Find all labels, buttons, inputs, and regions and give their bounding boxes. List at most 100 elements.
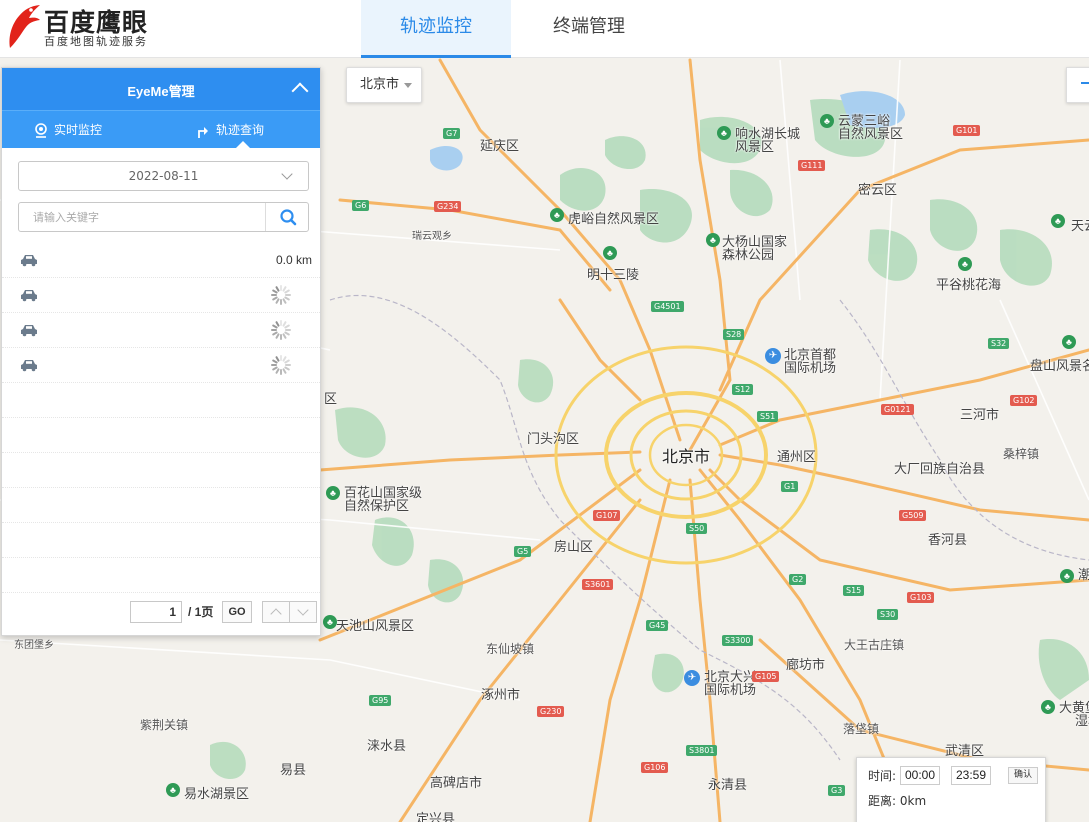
map-label-tianchi: 天池山风景区 <box>336 619 415 634</box>
map-label-langfang: 廊坊市 <box>786 658 826 673</box>
page-up-button[interactable] <box>262 601 290 623</box>
map-label-miyun: 密云区 <box>858 183 898 198</box>
map-label-luodian: 落垡镇 <box>843 722 880 736</box>
map-label-yongqing: 永清县 <box>708 778 748 793</box>
logo[interactable]: 百度鹰眼 百度地图轨迹服务 <box>4 2 164 54</box>
car-icon <box>20 288 38 307</box>
date-picker[interactable]: 2022-08-11 <box>18 161 309 191</box>
distance-value: 0km <box>899 794 927 808</box>
city-selector-label: 北京市 <box>360 77 400 92</box>
loading-spinner-icon <box>270 284 292 311</box>
map-label-beijing: 北京市 <box>662 447 711 466</box>
map-label-chao: 潮 <box>1078 568 1089 583</box>
collapse-chevron-icon[interactable] <box>291 82 309 100</box>
road-badge: G101 <box>953 125 981 136</box>
panel-header: EyeMe管理 <box>2 68 320 110</box>
road-badge: G106 <box>641 762 669 773</box>
car-icon <box>20 253 38 272</box>
vehicle-row[interactable] <box>2 278 320 313</box>
go-button[interactable]: GO <box>222 601 252 623</box>
city-selector[interactable]: 北京市 <box>346 67 422 103</box>
park-icon: ♣ <box>326 486 340 500</box>
turn-arrow-icon <box>198 126 208 138</box>
map-label-xianghe: 香河县 <box>928 533 968 548</box>
map-label-huyu: 虎峪自然风景区 <box>568 212 660 227</box>
map-label-yanqing: 延庆区 <box>480 139 520 154</box>
end-time-input[interactable]: 23:59 <box>951 766 991 785</box>
map-label-yixian: 易县 <box>280 763 307 778</box>
vehicle-row[interactable] <box>2 348 320 383</box>
page-number-input[interactable]: 1 <box>130 601 182 623</box>
caret-down-icon <box>404 83 412 88</box>
search-input[interactable] <box>19 203 265 231</box>
park-icon: ♣ <box>1060 569 1074 583</box>
road-badge: S32 <box>988 338 1010 349</box>
tab-realtime-monitor[interactable]: 实时监控 <box>34 111 154 149</box>
road-badge: G4501 <box>651 301 684 312</box>
active-tab-pointer <box>236 141 250 148</box>
date-value: 2022-08-11 <box>128 169 199 183</box>
map-label-dawang: 大王古庄镇 <box>844 638 905 652</box>
park-icon: ♣ <box>1041 700 1055 714</box>
eagle-logo-icon <box>9 5 40 48</box>
road-badge: G45 <box>646 620 669 631</box>
map-label-yunmeng-2: 自然风景区 <box>838 127 904 142</box>
road-badge: S51 <box>757 411 779 422</box>
search-button[interactable] <box>265 203 309 231</box>
car-icon <box>20 358 38 377</box>
tab-track-monitor[interactable]: 轨迹监控 <box>361 0 511 58</box>
vehicle-row[interactable]: 0.0 km <box>2 243 320 278</box>
map-label-panshan: 盘山风景名 <box>1030 359 1089 374</box>
road-badge: G509 <box>899 510 927 521</box>
road-badge: G3 <box>828 785 846 796</box>
page-total: / 1页 <box>188 605 214 619</box>
panel-title: EyeMe管理 <box>127 84 195 99</box>
airplane-icon: ✈ <box>684 670 700 686</box>
road-badge: S15 <box>843 585 865 596</box>
tab-terminal-manage[interactable]: 终端管理 <box>511 0 667 58</box>
road-badge: G103 <box>907 592 935 603</box>
road-badge: G102 <box>1010 395 1038 406</box>
tab-query-label: 轨迹查询 <box>216 123 265 137</box>
map-label-dayang-2: 森林公园 <box>722 248 775 263</box>
park-icon: ♣ <box>1051 214 1065 228</box>
loading-spinner-icon <box>270 319 292 346</box>
pagination: 1 / 1页 GO <box>130 601 320 625</box>
page-down-button[interactable] <box>289 601 317 623</box>
map-label-baihua-2: 自然保护区 <box>344 499 410 514</box>
tab-track-query[interactable]: 轨迹查询 <box>196 111 316 149</box>
eyeme-panel: EyeMe管理 实时监控 轨迹查询 2022-08-11 请输入关键字 0.0 … <box>1 67 321 636</box>
map-label-qu-edge: 区 <box>324 392 338 407</box>
road-badge: S3801 <box>686 745 718 756</box>
start-time-input[interactable]: 00:00 <box>900 766 940 785</box>
road-badge: G234 <box>434 201 462 212</box>
vehicle-row[interactable] <box>2 313 320 348</box>
top-header: 百度鹰眼 百度地图轨迹服务 轨迹监控 终端管理 <box>0 0 1089 58</box>
confirm-button[interactable]: 确认 <box>1008 767 1038 784</box>
empty-row <box>2 418 320 453</box>
map-label-sanhe: 三河市 <box>960 408 1000 423</box>
minus-icon <box>1081 82 1089 84</box>
tab-realtime-label: 实时监控 <box>54 123 103 137</box>
car-icon <box>20 323 38 342</box>
map-label-dongxian: 东仙坡镇 <box>486 642 535 656</box>
airplane-icon: ✈ <box>765 348 781 364</box>
search-box <box>18 202 309 232</box>
time-filter-box: 时间: 00:00 23:59 确认 距离: 0km <box>856 757 1046 822</box>
chevron-up-icon <box>270 608 282 620</box>
map-label-zijing: 紫荆关镇 <box>140 718 189 732</box>
road-badge: S28 <box>723 329 745 340</box>
map-label-dahuangbao-2: 湿地 <box>1075 714 1089 729</box>
map-label-tongzhou: 通州区 <box>777 450 817 465</box>
app-root: 百度鹰眼 百度地图轨迹服务 轨迹监控 终端管理 北京市 延庆区 密云区 平谷桃花… <box>0 0 1089 822</box>
distance-label-text: 距离: <box>868 794 897 808</box>
map-zoom-control[interactable] <box>1066 67 1089 103</box>
park-icon: ♣ <box>1062 335 1076 349</box>
park-icon: ♣ <box>717 126 731 140</box>
map-label-xiangshui-2: 风景区 <box>735 140 775 155</box>
road-badge: G1 <box>781 481 799 492</box>
park-icon: ♣ <box>958 257 972 271</box>
distance-label: 距离: 0km <box>868 793 926 809</box>
park-icon: ♣ <box>550 208 564 222</box>
road-badge: G230 <box>537 706 565 717</box>
